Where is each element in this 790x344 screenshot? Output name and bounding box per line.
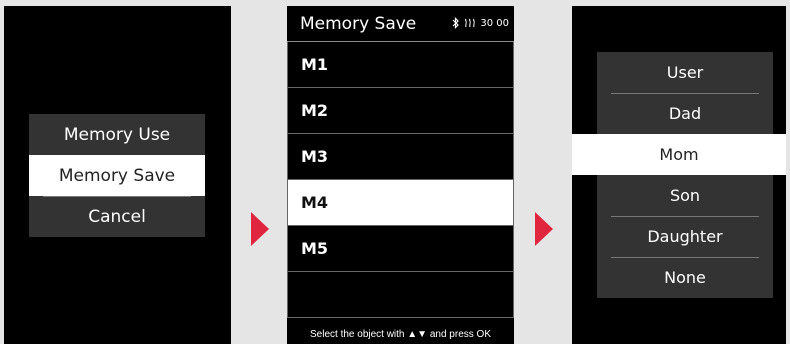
menu-item-memory-save[interactable]: Memory Save <box>29 155 205 196</box>
memory-slot-m3[interactable]: M3 <box>287 134 514 180</box>
menu-item-dad[interactable]: Dad <box>597 93 773 134</box>
next-step-arrow-icon <box>535 212 553 246</box>
memory-slot-m1[interactable]: M1 <box>287 42 514 88</box>
screen-user-select: User Dad Mom Son Daughter None <box>572 6 786 344</box>
instruction-text: Select the object with ▲▼ and press OK <box>310 329 491 340</box>
menu-item-none[interactable]: None <box>597 257 773 298</box>
screen-memory-menu: Memory Use Memory Save Cancel <box>4 6 231 344</box>
heat-icon <box>465 18 476 28</box>
status-value: 30 00 <box>480 17 509 29</box>
screen-memory-save: Memory Save 30 00 M1 M2 M3 M4 M5 Select … <box>287 6 514 344</box>
menu-item-user[interactable]: User <box>597 52 773 93</box>
memory-slot-m2[interactable]: M2 <box>287 88 514 134</box>
memory-slot-m5[interactable]: M5 <box>287 226 514 272</box>
menu-item-memory-use[interactable]: Memory Use <box>29 114 205 155</box>
bluetooth-icon <box>452 17 460 29</box>
memory-slot-m4[interactable]: M4 <box>287 180 514 226</box>
menu-item-mom[interactable]: Mom <box>572 134 786 175</box>
menu-item-daughter[interactable]: Daughter <box>597 216 773 257</box>
next-step-arrow-icon <box>251 212 269 246</box>
memory-slot-list: M1 M2 M3 M4 M5 <box>287 41 514 318</box>
page-title: Memory Save <box>300 14 417 34</box>
screen-header: Memory Save 30 00 <box>287 6 514 42</box>
user-menu: User Dad Mom Son Daughter None <box>572 52 786 298</box>
memory-menu: Memory Use Memory Save Cancel <box>29 114 205 237</box>
status-bar: 30 00 <box>452 17 509 29</box>
memory-slot-empty <box>287 272 514 318</box>
menu-item-son[interactable]: Son <box>597 175 773 216</box>
menu-item-cancel[interactable]: Cancel <box>29 196 205 237</box>
